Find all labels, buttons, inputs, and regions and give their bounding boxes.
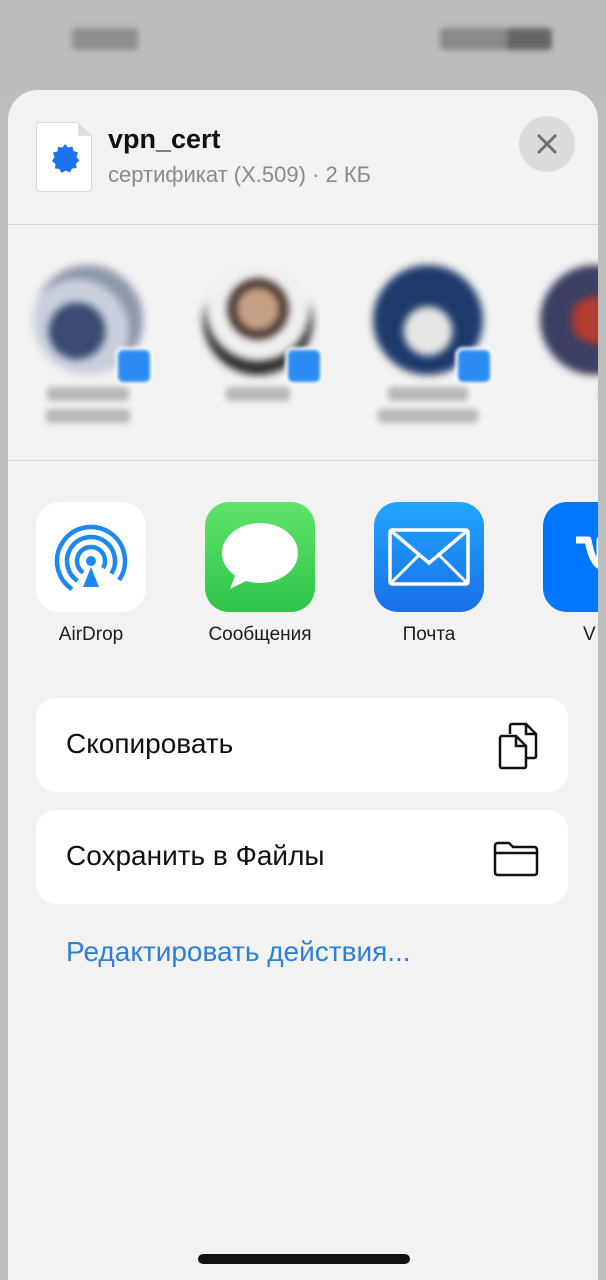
certificate-file-icon (36, 122, 92, 192)
person-name-blurred (28, 387, 148, 433)
name-line (378, 409, 478, 423)
person-suggestion[interactable] (530, 265, 598, 445)
copy-icon (498, 722, 538, 770)
vk-icon (543, 502, 598, 612)
app-mail[interactable]: Почта (354, 502, 504, 652)
airdrop-icon (36, 502, 146, 612)
share-sheet: vpn_cert сертификат (X.509) · 2 КБ AirDr… (8, 90, 598, 1280)
close-icon (537, 134, 557, 154)
file-subtitle: сертификат (X.509) · 2 КБ (108, 162, 372, 187)
app-label: AirDrop (58, 624, 124, 645)
person-name-blurred (535, 387, 598, 433)
save-to-files-button[interactable]: Сохранить в Файлы (36, 810, 568, 904)
file-name: vpn_cert (108, 124, 221, 154)
messages-icon (205, 502, 315, 612)
name-line (47, 387, 129, 401)
status-icons-blurred (440, 28, 552, 50)
name-line (226, 387, 290, 401)
mail-icon (374, 502, 484, 612)
share-sheet-header: vpn_cert сертификат (X.509) · 2 КБ (8, 90, 598, 224)
app-airdrop[interactable]: AirDrop (16, 502, 166, 652)
messenger-badge-icon (285, 347, 323, 385)
app-messages[interactable]: Сообщения (185, 502, 335, 652)
action-label: Сохранить в Файлы (66, 840, 325, 871)
name-line (388, 387, 468, 401)
edit-actions-link[interactable]: Редактировать действия... (66, 936, 411, 968)
people-suggestions-row (8, 225, 598, 459)
messenger-badge-icon (115, 347, 153, 385)
person-suggestion[interactable] (363, 265, 493, 445)
home-indicator (198, 1254, 410, 1264)
action-label: Скопировать (66, 728, 234, 759)
file-corner (78, 122, 92, 136)
app-vk[interactable]: V (523, 502, 598, 652)
close-button[interactable] (519, 116, 575, 172)
status-time-blurred (72, 28, 138, 50)
person-suggestion[interactable] (23, 265, 153, 445)
app-label: Почта (402, 624, 456, 645)
person-suggestion[interactable] (193, 265, 323, 445)
status-bar (0, 0, 606, 90)
messenger-badge-icon (455, 347, 493, 385)
app-label: Сообщения (208, 624, 312, 645)
folder-icon (493, 841, 539, 877)
avatar (540, 265, 598, 375)
name-line (46, 409, 130, 423)
person-name-blurred (198, 387, 318, 433)
certificate-seal-icon (52, 144, 80, 173)
person-name-blurred (368, 387, 488, 433)
copy-action-button[interactable]: Скопировать (36, 698, 568, 792)
apps-row: AirDrop Сообщения Почта V (8, 460, 598, 660)
app-label: V (583, 624, 596, 645)
